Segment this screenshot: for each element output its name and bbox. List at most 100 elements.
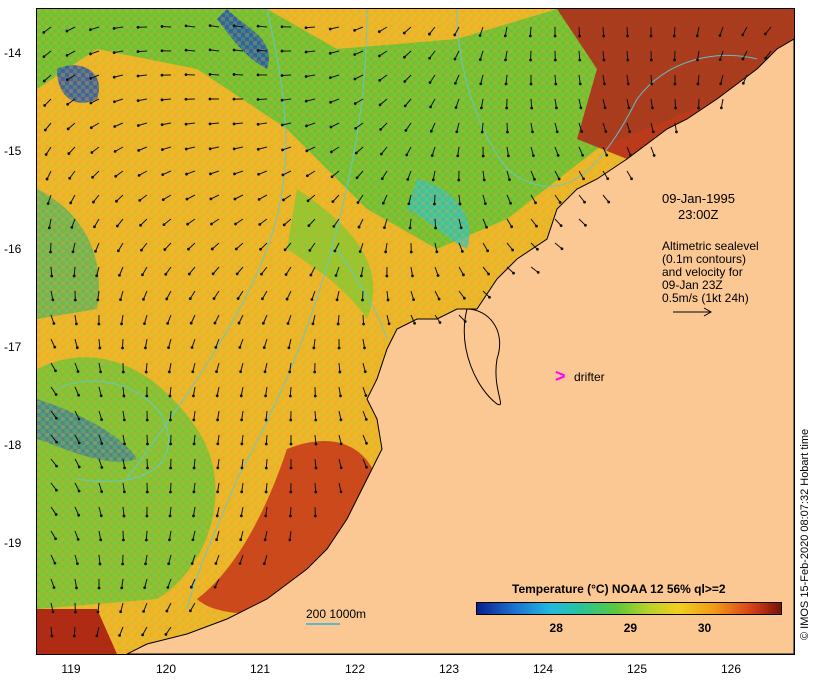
velocity-arrow-head (236, 297, 240, 300)
velocity-arrow-head (456, 154, 460, 158)
velocity-arrow-head (54, 416, 58, 420)
velocity-arrow-head (630, 177, 633, 181)
velocity-arrow-head (356, 201, 360, 204)
velocity-arrow-head (286, 322, 290, 325)
velocity-arrow-head (304, 50, 308, 54)
velocity-arrow-head (71, 250, 75, 254)
velocity-arrow-head (288, 538, 292, 542)
velocity-arrow-head (233, 197, 237, 201)
velocity-arrow-head (123, 466, 126, 470)
velocity-arrow-head (120, 586, 124, 590)
velocity-arrow-head (578, 34, 581, 38)
velocity-arrow-head (333, 249, 337, 253)
velocity-arrow-head (285, 297, 289, 301)
velocity-arrow-head (50, 634, 54, 638)
velocity-arrow-head (264, 514, 268, 518)
velocity-arrow-head (311, 322, 315, 326)
velocity-arrow-head (530, 106, 534, 110)
velocity-arrow-head (113, 125, 117, 128)
velocity-arrow-head (284, 273, 288, 276)
velocity-arrow-head (89, 76, 93, 80)
velocity-arrow-head (602, 58, 606, 62)
velocity-arrow-head (191, 538, 195, 542)
velocity-arrow-head (46, 202, 50, 205)
velocity-arrow-head (77, 465, 81, 469)
velocity-arrow-head (54, 488, 58, 492)
velocity-arrow-head (96, 298, 100, 302)
velocity-arrow-head (626, 58, 630, 62)
velocity-arrow-head (240, 466, 244, 470)
lat-label: -16 (4, 242, 22, 256)
velocity-arrow-head (579, 106, 583, 110)
velocity-arrow-head (406, 177, 410, 181)
velocity-arrow-head (673, 82, 677, 86)
velocity-arrow-head (188, 609, 192, 613)
velocity-arrow-head (651, 130, 655, 134)
velocity-arrow-head (363, 370, 367, 374)
velocity-arrow-head (584, 223, 587, 227)
velocity-arrow-head (169, 466, 173, 470)
velocity-arrow-head (304, 75, 308, 78)
velocity-arrow-head (386, 298, 390, 302)
velocity-arrow-head (483, 202, 487, 206)
velocity-arrow-head (184, 73, 188, 77)
velocity-arrow-head (68, 176, 72, 180)
velocity-arrow-head (184, 24, 188, 28)
velocity-arrow-head (192, 394, 195, 398)
velocity-arrow-head (208, 48, 212, 52)
altimetry-legend: Altimetric sealevel (0.1m contours) and … (662, 240, 759, 305)
velocity-arrow-head (353, 28, 357, 32)
velocity-arrow-head (55, 440, 58, 444)
velocity-arrow-head (75, 346, 79, 350)
velocity-arrow-head (282, 198, 285, 202)
velocity-arrow-head (413, 321, 416, 325)
velocity-arrow-head (96, 610, 100, 614)
velocity-arrow-head (504, 58, 507, 62)
velocity-arrow-head (72, 274, 76, 278)
velocity-arrow-head (65, 29, 69, 33)
velocity-arrow-head (312, 346, 316, 350)
velocity-arrow-head (506, 130, 509, 134)
velocity-arrow-head (556, 154, 560, 157)
velocity-arrow-head (77, 513, 81, 517)
velocity-arrow-head (95, 274, 99, 278)
velocity-arrow-head (650, 82, 654, 86)
velocity-arrow-head (533, 177, 536, 181)
velocity-arrow-head (407, 202, 411, 206)
velocity-arrow-head (264, 442, 268, 446)
velocity-arrow-head (163, 248, 167, 251)
velocity-arrow-head (257, 172, 261, 176)
velocity-arrow-head (213, 585, 217, 589)
velocity-arrow-head (553, 58, 557, 62)
velocity-arrow-head (403, 80, 407, 83)
velocity-arrow-head (238, 346, 242, 349)
velocity-arrow-head (122, 538, 125, 542)
velocity-arrow-head (256, 147, 260, 151)
velocity-arrow-head (355, 176, 359, 180)
velocity-arrow-head (280, 123, 284, 127)
velocity-arrow-head (44, 153, 48, 156)
colorbar-tick-label: 29 (623, 621, 638, 635)
velocity-arrow-head (482, 178, 486, 182)
velocity-arrow-head (237, 321, 241, 325)
velocity-arrow-head (239, 514, 243, 518)
velocity-arrow-head (216, 490, 220, 494)
velocity-arrow-head (168, 538, 171, 542)
velocity-arrow-head (137, 173, 141, 177)
velocity-arrow-head (479, 106, 483, 110)
temperature-colorbar (476, 602, 782, 615)
velocity-arrow-head (280, 25, 284, 29)
velocity-arrow-head (364, 417, 368, 421)
velocity-arrow-head (95, 634, 99, 638)
velocity-arrow-head (403, 104, 407, 108)
velocity-arrow-head (280, 74, 284, 77)
velocity-arrow-head (408, 226, 412, 230)
velocity-arrow-head (232, 24, 236, 28)
velocity-arrow-head (329, 100, 333, 104)
velocity-arrow-head (485, 225, 488, 229)
velocity-arrow-head (122, 418, 126, 422)
velocity-arrow-head (100, 466, 104, 469)
velocity-arrow-head (114, 174, 118, 178)
velocity-arrow-head (264, 466, 268, 470)
velocity-arrow-head (192, 514, 195, 518)
